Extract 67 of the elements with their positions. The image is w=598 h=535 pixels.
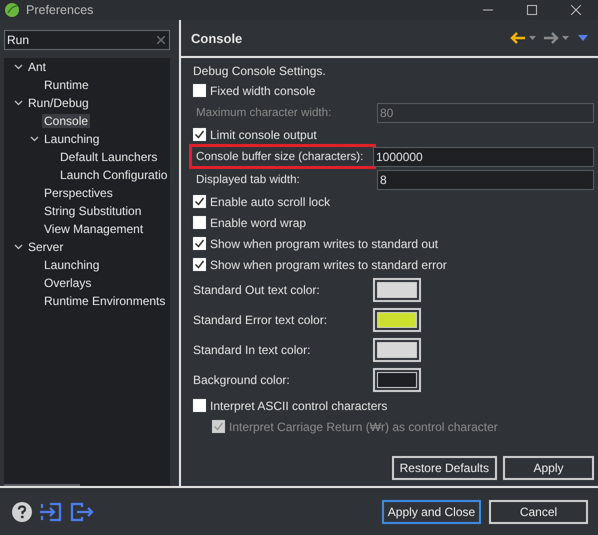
cancel-button[interactable]: Cancel xyxy=(489,500,588,524)
caret-icon[interactable] xyxy=(562,36,569,40)
checkbox[interactable] xyxy=(193,258,206,271)
chevron-down-icon[interactable] xyxy=(14,100,22,106)
tree-item[interactable]: Perspectives xyxy=(42,186,115,200)
tree-item[interactable]: View Management xyxy=(42,222,146,236)
tree-item[interactable]: Run/Debug xyxy=(26,96,91,110)
help-icon[interactable] xyxy=(12,502,32,522)
color-swatch-button[interactable] xyxy=(373,278,421,302)
chevron-down-icon[interactable] xyxy=(30,136,38,142)
export-icon[interactable] xyxy=(70,502,94,522)
checkbox-label: Show when program writes to standard out xyxy=(210,236,438,250)
tree-item[interactable]: Runtime xyxy=(42,78,91,92)
caret-icon[interactable] xyxy=(529,36,536,40)
apply-and-close-button[interactable]: Apply and Close xyxy=(382,500,481,524)
checkbox-label: Limit console output xyxy=(210,128,317,142)
tree-item[interactable]: Launching xyxy=(42,258,102,272)
color-swatch-button[interactable] xyxy=(373,368,421,392)
tree-item[interactable]: Runtime Environments xyxy=(42,294,168,308)
checkbox[interactable] xyxy=(193,399,206,412)
checkbox[interactable] xyxy=(193,195,206,208)
checkbox[interactable] xyxy=(193,237,206,250)
scrollbar[interactable] xyxy=(4,484,80,486)
import-icon[interactable] xyxy=(40,502,62,522)
checkbox[interactable] xyxy=(193,216,206,229)
field-label: Maximum character width: xyxy=(196,106,332,119)
tree-item[interactable]: Launch Configuratio xyxy=(58,168,170,182)
field-label: Console buffer size (characters): xyxy=(196,150,364,163)
checkbox[interactable] xyxy=(193,128,206,141)
color-label: Standard Out text color: xyxy=(193,283,321,297)
clear-icon[interactable] xyxy=(157,36,165,44)
color-label: Background color: xyxy=(193,373,291,387)
input-field[interactable]: 8 xyxy=(377,170,594,190)
filter-field[interactable]: Run xyxy=(4,30,170,50)
back-arrow-icon[interactable] xyxy=(510,32,526,44)
chevron-down-icon[interactable] xyxy=(14,64,22,70)
color-swatch-button[interactable] xyxy=(373,308,421,332)
tree-item[interactable]: Default Launchers xyxy=(58,150,160,164)
tree-item[interactable]: Launching xyxy=(42,132,102,146)
checkbox-label: Enable word wrap xyxy=(210,216,306,230)
checkbox-label: Show when program writes to standard error xyxy=(210,258,447,272)
leaf-logo-icon xyxy=(4,2,20,18)
description-text: Debug Console Settings. xyxy=(193,63,327,80)
maximize-icon[interactable] xyxy=(527,5,537,15)
chevron-down-icon[interactable] xyxy=(14,244,22,250)
checkbox[interactable] xyxy=(193,84,206,97)
window-title: Preferences xyxy=(26,3,94,17)
restore-defaults-button[interactable]: Restore Defaults xyxy=(392,456,497,480)
checkbox-label: Interpret ASCII control characters xyxy=(210,398,388,412)
checkbox-label: Fixed width console xyxy=(210,84,316,98)
tree-item[interactable]: Console xyxy=(42,114,90,128)
close-icon[interactable] xyxy=(571,5,581,15)
checkbox-label: Enable auto scroll lock xyxy=(210,194,330,208)
page-title: Console xyxy=(191,30,244,46)
checkbox-label: Interpret Carriage Return (₩r) as control character xyxy=(229,420,498,434)
color-label: Standard Error text color: xyxy=(193,313,328,327)
tree-item[interactable]: Overlays xyxy=(42,276,94,290)
apply-button[interactable]: Apply xyxy=(503,456,594,480)
menu-icon[interactable] xyxy=(578,35,588,41)
tree-item[interactable]: String Substitution xyxy=(42,204,144,218)
tree-item[interactable]: Server xyxy=(26,240,66,254)
color-swatch-button[interactable] xyxy=(373,338,421,362)
forward-arrow-icon[interactable] xyxy=(543,32,559,44)
tree-item[interactable]: Ant xyxy=(26,60,48,74)
input-field[interactable]: 1000000 xyxy=(373,146,594,166)
color-label: Standard In text color: xyxy=(193,343,312,357)
field-label: Displayed tab width: xyxy=(196,173,300,186)
